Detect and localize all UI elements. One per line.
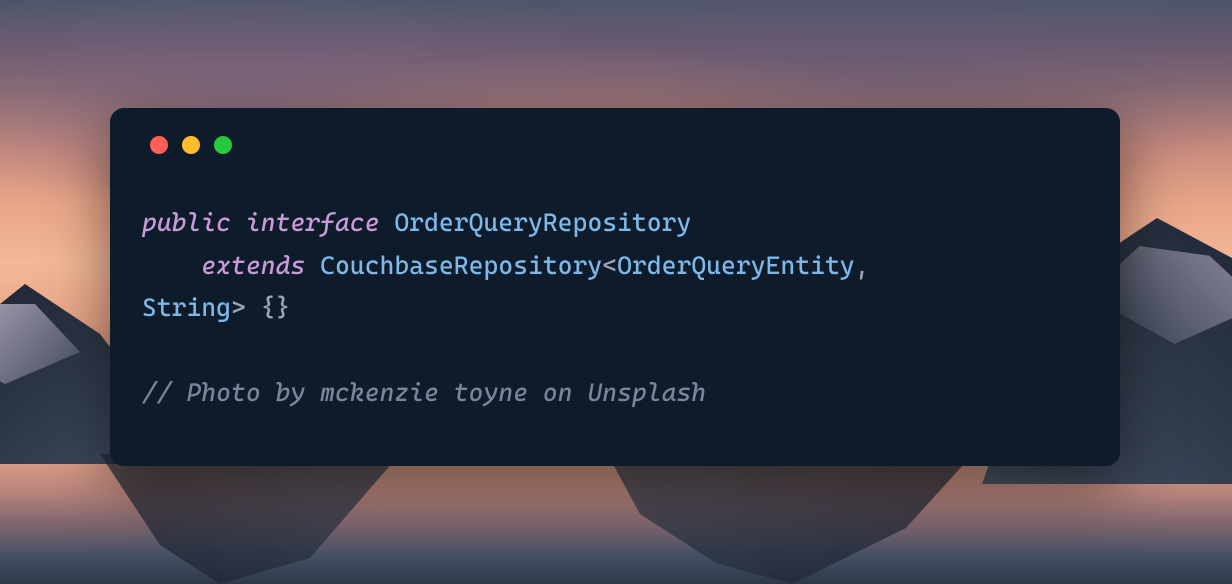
keyword-interface: interface [246, 208, 380, 237]
blank-line [142, 330, 1088, 372]
keyword-public: public [142, 208, 231, 237]
keyword-extends: extends [201, 251, 305, 280]
class-name: OrderQueryRepository [394, 208, 691, 237]
maximize-icon[interactable] [214, 136, 232, 154]
parent-type: CouchbaseRepository [320, 251, 602, 280]
generic-param-2: String [142, 293, 231, 322]
window-controls [142, 136, 1088, 154]
close-icon[interactable] [150, 136, 168, 154]
minimize-icon[interactable] [182, 136, 200, 154]
generic-param-1: OrderQueryEntity [617, 251, 855, 280]
code-editor: public interface OrderQueryRepository ex… [142, 202, 1088, 414]
code-comment: // Photo by mckenzie toyne on Unsplash [142, 378, 706, 407]
code-window: public interface OrderQueryRepository ex… [110, 108, 1120, 466]
